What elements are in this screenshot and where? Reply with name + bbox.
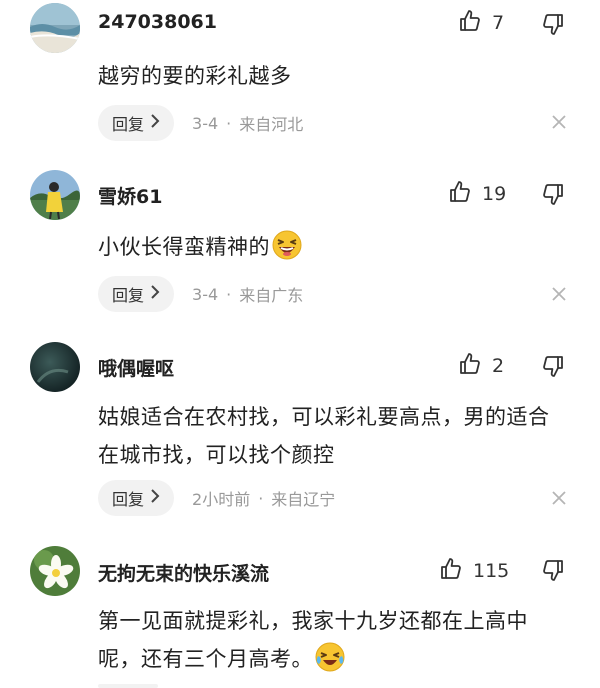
chevron-right-icon <box>150 285 160 303</box>
close-icon[interactable] <box>550 285 568 303</box>
close-icon[interactable] <box>550 113 568 131</box>
like-button[interactable]: 19 <box>448 180 506 208</box>
comment-username[interactable]: 无拘无束的快乐溪流 <box>98 559 269 586</box>
dislike-button[interactable] <box>541 558 565 586</box>
comment-location: 来自河北 <box>239 115 304 134</box>
like-button[interactable]: 7 <box>458 9 504 37</box>
reply-label: 回复 <box>112 490 145 509</box>
thumb-down-icon <box>541 356 565 382</box>
laughing-emoji-icon <box>272 230 302 272</box>
comment-text: 姑娘适合在农村找，可以彩礼要高点，男的适合在城市找，可以找个颜控 <box>98 405 550 467</box>
dislike-button[interactable] <box>541 12 565 40</box>
reply-label: 回复 <box>112 286 145 305</box>
reply-button[interactable]: 回复 <box>98 276 175 312</box>
like-count: 19 <box>482 183 507 205</box>
dislike-button[interactable] <box>541 354 565 382</box>
comment-location: 来自辽宁 <box>271 490 336 509</box>
comment-meta: 回复 2小时前 · 来自辽宁 <box>98 480 335 516</box>
avatar[interactable] <box>30 342 80 392</box>
reply-label: 回复 <box>112 115 145 134</box>
thumb-up-icon <box>458 9 482 37</box>
comment-text-body: 第一见面就提彩礼，我家十九岁还都在上高中呢，还有三个月高考。 <box>98 609 528 671</box>
comment-text: 小伙长得蛮精神的 <box>98 228 568 272</box>
meta-separator: · <box>226 284 232 304</box>
comment-date: 2小时前 <box>192 490 251 509</box>
reply-button[interactable]: 回复 <box>98 480 175 516</box>
comment-username[interactable]: 雪娇61 <box>98 182 162 209</box>
comment-date: 3-4 <box>192 284 219 304</box>
comment-meta: 回复 3-4 · 来自河北 <box>98 105 303 141</box>
thumb-down-icon <box>541 14 565 40</box>
chevron-right-icon <box>150 114 160 132</box>
close-icon[interactable] <box>550 489 568 507</box>
crying-laughing-emoji-icon <box>315 642 345 684</box>
comment-text: 第一见面就提彩礼，我家十九岁还都在上高中呢，还有三个月高考。 <box>98 602 558 684</box>
reply-button[interactable]: 回复 <box>98 105 175 141</box>
like-count: 2 <box>492 355 505 377</box>
comment-username[interactable]: 哦偶喔呕 <box>98 354 174 381</box>
reply-button[interactable]: 回复 <box>98 684 159 688</box>
like-count: 115 <box>473 560 510 582</box>
like-button[interactable]: 2 <box>458 352 504 380</box>
comment-username[interactable]: 247038061 <box>98 11 217 33</box>
chevron-right-icon <box>150 489 160 507</box>
avatar[interactable] <box>30 170 80 220</box>
meta-separator: · <box>226 113 232 133</box>
thumb-up-icon <box>458 352 482 380</box>
avatar[interactable] <box>30 546 80 596</box>
thumb-down-icon <box>541 184 565 210</box>
thumb-up-icon <box>448 180 472 208</box>
avatar[interactable] <box>30 3 80 53</box>
comment-date: 3-4 <box>192 113 219 133</box>
comment-location: 来自广东 <box>239 286 304 305</box>
comment-text-body: 小伙长得蛮精神的 <box>98 235 270 259</box>
like-button[interactable]: 115 <box>439 557 509 585</box>
like-count: 7 <box>492 12 505 34</box>
dislike-button[interactable] <box>541 182 565 210</box>
thumb-up-icon <box>439 557 463 585</box>
thumb-down-icon <box>541 560 565 586</box>
comment-text: 越穷的要的彩礼越多 <box>98 64 292 88</box>
comment-meta: 回复 3-4 · 来自广东 <box>98 276 303 312</box>
meta-separator: · <box>258 488 264 508</box>
